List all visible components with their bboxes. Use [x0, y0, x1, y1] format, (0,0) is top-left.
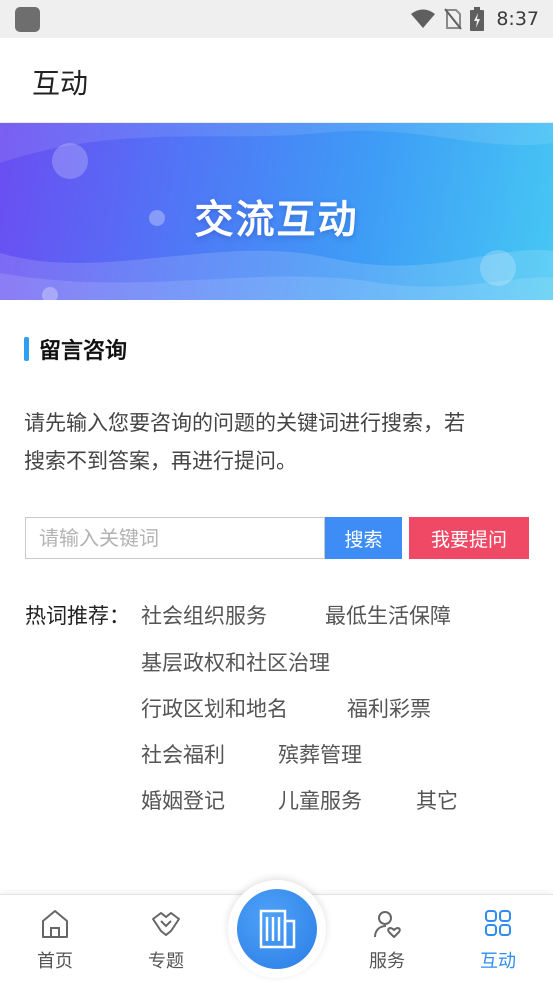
page-title: 互动 [32, 67, 89, 100]
section-heading: 留言咨询 [24, 335, 128, 364]
status-time: 8:37 [496, 8, 539, 30]
nav-item-topics[interactable]: 专题 [126, 907, 206, 973]
hot-word-tag[interactable]: 婚姻登记 [141, 785, 225, 815]
status-bar: 8:37 [0, 0, 553, 38]
nav-item-home[interactable]: 首页 [15, 907, 95, 973]
hot-word-tag[interactable]: 基层政权和社区治理 [141, 647, 330, 677]
description-text: 请先输入您要咨询的问题的关键词进行搜索，若 搜索不到答案，再进行提问。 [24, 404, 529, 480]
battery-charging-icon [470, 7, 485, 31]
nav-center-button[interactable] [237, 889, 317, 969]
user-heart-icon [374, 911, 401, 938]
app-icon [15, 7, 40, 32]
description-line-2: 搜索不到答案，再进行提问。 [24, 449, 297, 473]
hot-word-tag[interactable]: 儿童服务 [278, 785, 362, 815]
hot-word-tag[interactable]: 殡葬管理 [278, 739, 362, 769]
nav-label-topics: 专题 [148, 951, 184, 972]
handshake-icon [152, 912, 180, 936]
nav-label-services: 服务 [369, 951, 405, 972]
nav-label-home: 首页 [37, 951, 73, 972]
hot-word-tag[interactable]: 最低生活保障 [325, 600, 451, 630]
search-input[interactable] [25, 517, 325, 559]
nav-item-interaction[interactable]: 互动 [458, 907, 538, 973]
app-header: 互动 [0, 38, 553, 123]
hot-word-tag[interactable]: 社会组织服务 [141, 600, 267, 630]
building-icon [259, 909, 296, 949]
hot-word-tag[interactable]: 其它 [416, 785, 458, 815]
no-sim-icon [444, 8, 463, 30]
section-title: 留言咨询 [39, 339, 128, 364]
ask-question-button[interactable]: 我要提问 [409, 517, 529, 559]
description-line-1: 请先输入您要咨询的问题的关键词进行搜索，若 [24, 411, 465, 435]
nav-item-services[interactable]: 服务 [347, 907, 427, 973]
search-button[interactable]: 搜索 [325, 517, 402, 559]
wifi-icon [411, 9, 436, 28]
hot-words-label: 热词推荐： [25, 604, 130, 628]
section-accent-bar [24, 337, 29, 361]
hot-word-tag[interactable]: 福利彩票 [347, 693, 431, 723]
home-icon [42, 910, 68, 938]
hot-word-tag[interactable]: 社会福利 [141, 739, 225, 769]
status-icons: 8:37 [410, 0, 539, 38]
grid-icon [485, 910, 511, 936]
hot-word-tag[interactable]: 行政区划和地名 [141, 693, 288, 723]
banner: 交流互动 [0, 123, 553, 300]
nav-label-interaction: 互动 [480, 951, 516, 972]
banner-title: 交流互动 [194, 197, 359, 243]
